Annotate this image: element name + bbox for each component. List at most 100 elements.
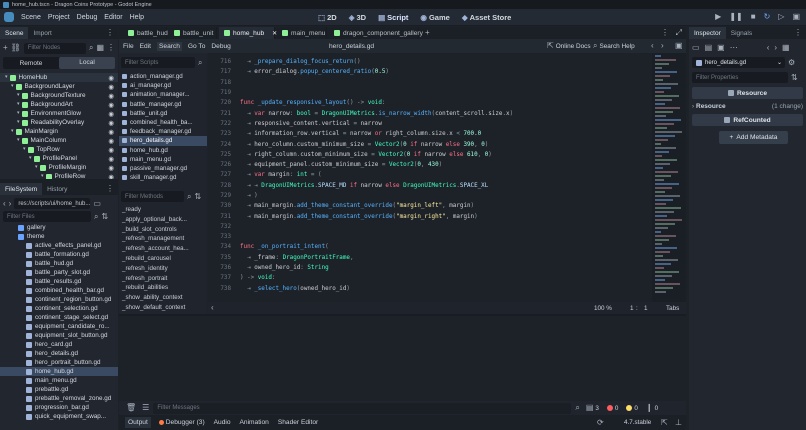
tab-animation[interactable]: Animation [240,419,269,426]
expand-arrow-icon[interactable]: ▾ [5,75,8,80]
code-line[interactable]: 728 ⇥ ⇥ DragonUIMetrics.SPACE_MD if narr… [208,181,686,191]
all-messages-toggle[interactable]: ▤ 3 [586,404,599,412]
refresh-icon[interactable]: ⟳ [597,418,604,427]
file-item[interactable]: prebattle_removal_zone.gd [0,394,118,403]
visibility-eye-icon[interactable]: ◉ [108,173,114,180]
code-line[interactable]: 718 [208,78,686,88]
file-item[interactable]: battle_party_slot.gd [0,268,118,277]
stop-icon[interactable]: ■ [751,13,756,21]
resource-menu-icon[interactable]: ⋯ [730,44,738,52]
scene-tab[interactable]: battle_unit [169,27,217,39]
expand-arrow-icon[interactable]: ▾ [11,129,14,134]
script-list-item[interactable]: skill_manager.gd [119,173,207,182]
workspace-script[interactable]: ▤ Script [378,13,408,22]
file-item[interactable]: continent_selection.gd [0,304,118,313]
scene-menu-icon[interactable]: ⋮ [107,44,115,52]
scene-node[interactable]: ▾ ProfilePanel ◉ [0,154,118,163]
method-item[interactable]: _refresh_management [119,235,207,245]
code-line[interactable]: 732 [208,222,686,232]
method-item[interactable]: _rebuild_carousel [119,255,207,265]
pin-icon[interactable]: ⊥ [675,418,682,427]
method-item[interactable]: _ready [119,206,207,216]
code-line[interactable]: 725 ⇥ right_column.custom_minimum_size =… [208,150,686,160]
tab-history[interactable]: History [42,183,72,195]
sort-methods-icon[interactable]: ⇅ [194,192,201,201]
visibility-eye-icon[interactable]: ◉ [108,164,114,172]
script-menu-edit[interactable]: Edit [140,43,151,50]
code-line[interactable]: 723 ⇥ information_row.vertical = narrow … [208,129,686,139]
sort-icon[interactable]: ⇅ [101,212,108,221]
menu-debug[interactable]: Debug [77,14,98,21]
file-item[interactable]: hero_details.gd [0,349,118,358]
errors-toggle[interactable]: 0 [606,405,618,412]
sort-properties-icon[interactable]: ⇅ [791,73,798,82]
filter-properties-input[interactable]: Filter Properties [692,72,788,83]
scene-node[interactable]: ▾ MainColumn ◉ [0,136,118,145]
online-docs-link[interactable]: ⇱ Online Docs [547,42,591,50]
toggle-scripts-panel-icon[interactable]: ▣ [675,42,683,50]
method-item[interactable]: _show_ability_context [119,294,207,304]
scene-options-icon[interactable]: ▦ [96,44,104,52]
scene-tab[interactable]: battle_hud [123,27,168,39]
scene-tab[interactable]: dragon_component_gallery [329,27,423,39]
visibility-eye-icon[interactable]: ◉ [108,92,114,100]
resource-section[interactable]: › Resource (1 change) [692,101,803,112]
folder-item[interactable]: gallery [0,223,118,232]
visibility-eye-icon[interactable]: ◉ [108,119,114,127]
method-item[interactable]: _rebuild_abilities [119,284,207,294]
code-line[interactable]: 731 ⇥ main_margin.add_theme_constant_ove… [208,211,686,221]
file-item[interactable]: equipment_slot_button.gd [0,331,118,340]
filter-files-input[interactable]: Filter Files [3,211,91,222]
code-line[interactable]: 730 ⇥ main_margin.add_theme_constant_ove… [208,201,686,211]
file-item[interactable]: active_effects_panel.gd [0,241,118,250]
code-line[interactable]: 724 ⇥ hero_column.custom_minimum_size = … [208,139,686,149]
script-menu-debug[interactable]: Debug [211,43,230,50]
tab-output[interactable]: Output [125,417,151,428]
scene-tab[interactable]: home_hub ✕ [219,27,277,39]
file-item[interactable]: battle_hud.gd [0,259,118,268]
toggle-panel-icon[interactable]: ‹ [211,304,214,312]
workspace-game[interactable]: ◉ Game [420,13,449,22]
add-node-icon[interactable]: + [3,44,8,52]
filter-messages-input[interactable]: Filter Messages [153,402,572,414]
distraction-free-icon[interactable]: ⤢ [676,29,682,37]
resource-header[interactable]: Resource [692,87,803,99]
expand-arrow-icon[interactable]: ▾ [17,120,20,125]
history-back-icon[interactable]: ‹ [767,44,770,52]
file-item[interactable]: continent_stage_select.gd [0,313,118,322]
visibility-eye-icon[interactable]: ◉ [108,155,114,163]
code-line[interactable]: 729 ⇥ ) [208,191,686,201]
workspace-asset-store[interactable]: ◆ Asset Store [462,13,511,22]
minimap[interactable] [652,53,686,302]
menu-project[interactable]: Project [48,14,70,21]
tab-shader-editor[interactable]: Shader Editor [278,419,318,426]
script-list-item[interactable]: main_menu.gd [119,155,207,164]
visibility-eye-icon[interactable]: ◉ [108,74,114,82]
next-script-icon[interactable]: › [661,42,664,50]
workspace-3d[interactable]: ◈ 3D [349,13,366,22]
menu-editor[interactable]: Editor [104,14,122,21]
script-list-item[interactable]: battle_manager.gd [119,100,207,109]
code-line[interactable]: 727 ⇥ var margin: int = ( [208,170,686,180]
file-item[interactable]: quick_equipment_swap... [0,412,118,421]
back-icon[interactable]: ‹ [3,199,6,208]
add-scene-tab-icon[interactable]: + [425,29,430,37]
warnings-toggle[interactable]: 0 [626,405,638,412]
filter-nodes-input[interactable]: Filter Nodes [23,42,86,54]
visibility-eye-icon[interactable]: ◉ [108,101,114,109]
expand-arrow-icon[interactable]: ▾ [17,111,20,116]
script-list-item[interactable]: passive_manager.gd [119,164,207,173]
output-filter-icon[interactable]: ☰ [142,404,149,412]
scene-node[interactable]: ▾ BackgroundTexture ◉ [0,91,118,100]
refcounted-header[interactable]: RefCounted [692,114,803,126]
file-item[interactable]: home_hub.gd [0,367,118,376]
scene-node[interactable]: ▾ MainMargin ◉ [0,127,118,136]
resource-dropdown[interactable]: hero_details.gd ⌄ [692,57,785,68]
local-button[interactable]: Local [59,57,115,69]
zoom-level[interactable]: 100 % [594,305,612,312]
filter-methods-input[interactable]: Filter Methods [121,191,184,202]
script-menu-search[interactable]: Search [157,41,182,51]
expand-arrow-icon[interactable]: ▾ [29,156,32,161]
expand-arrow-icon[interactable]: ▾ [41,174,44,179]
prev-script-icon[interactable]: ‹ [651,42,654,50]
